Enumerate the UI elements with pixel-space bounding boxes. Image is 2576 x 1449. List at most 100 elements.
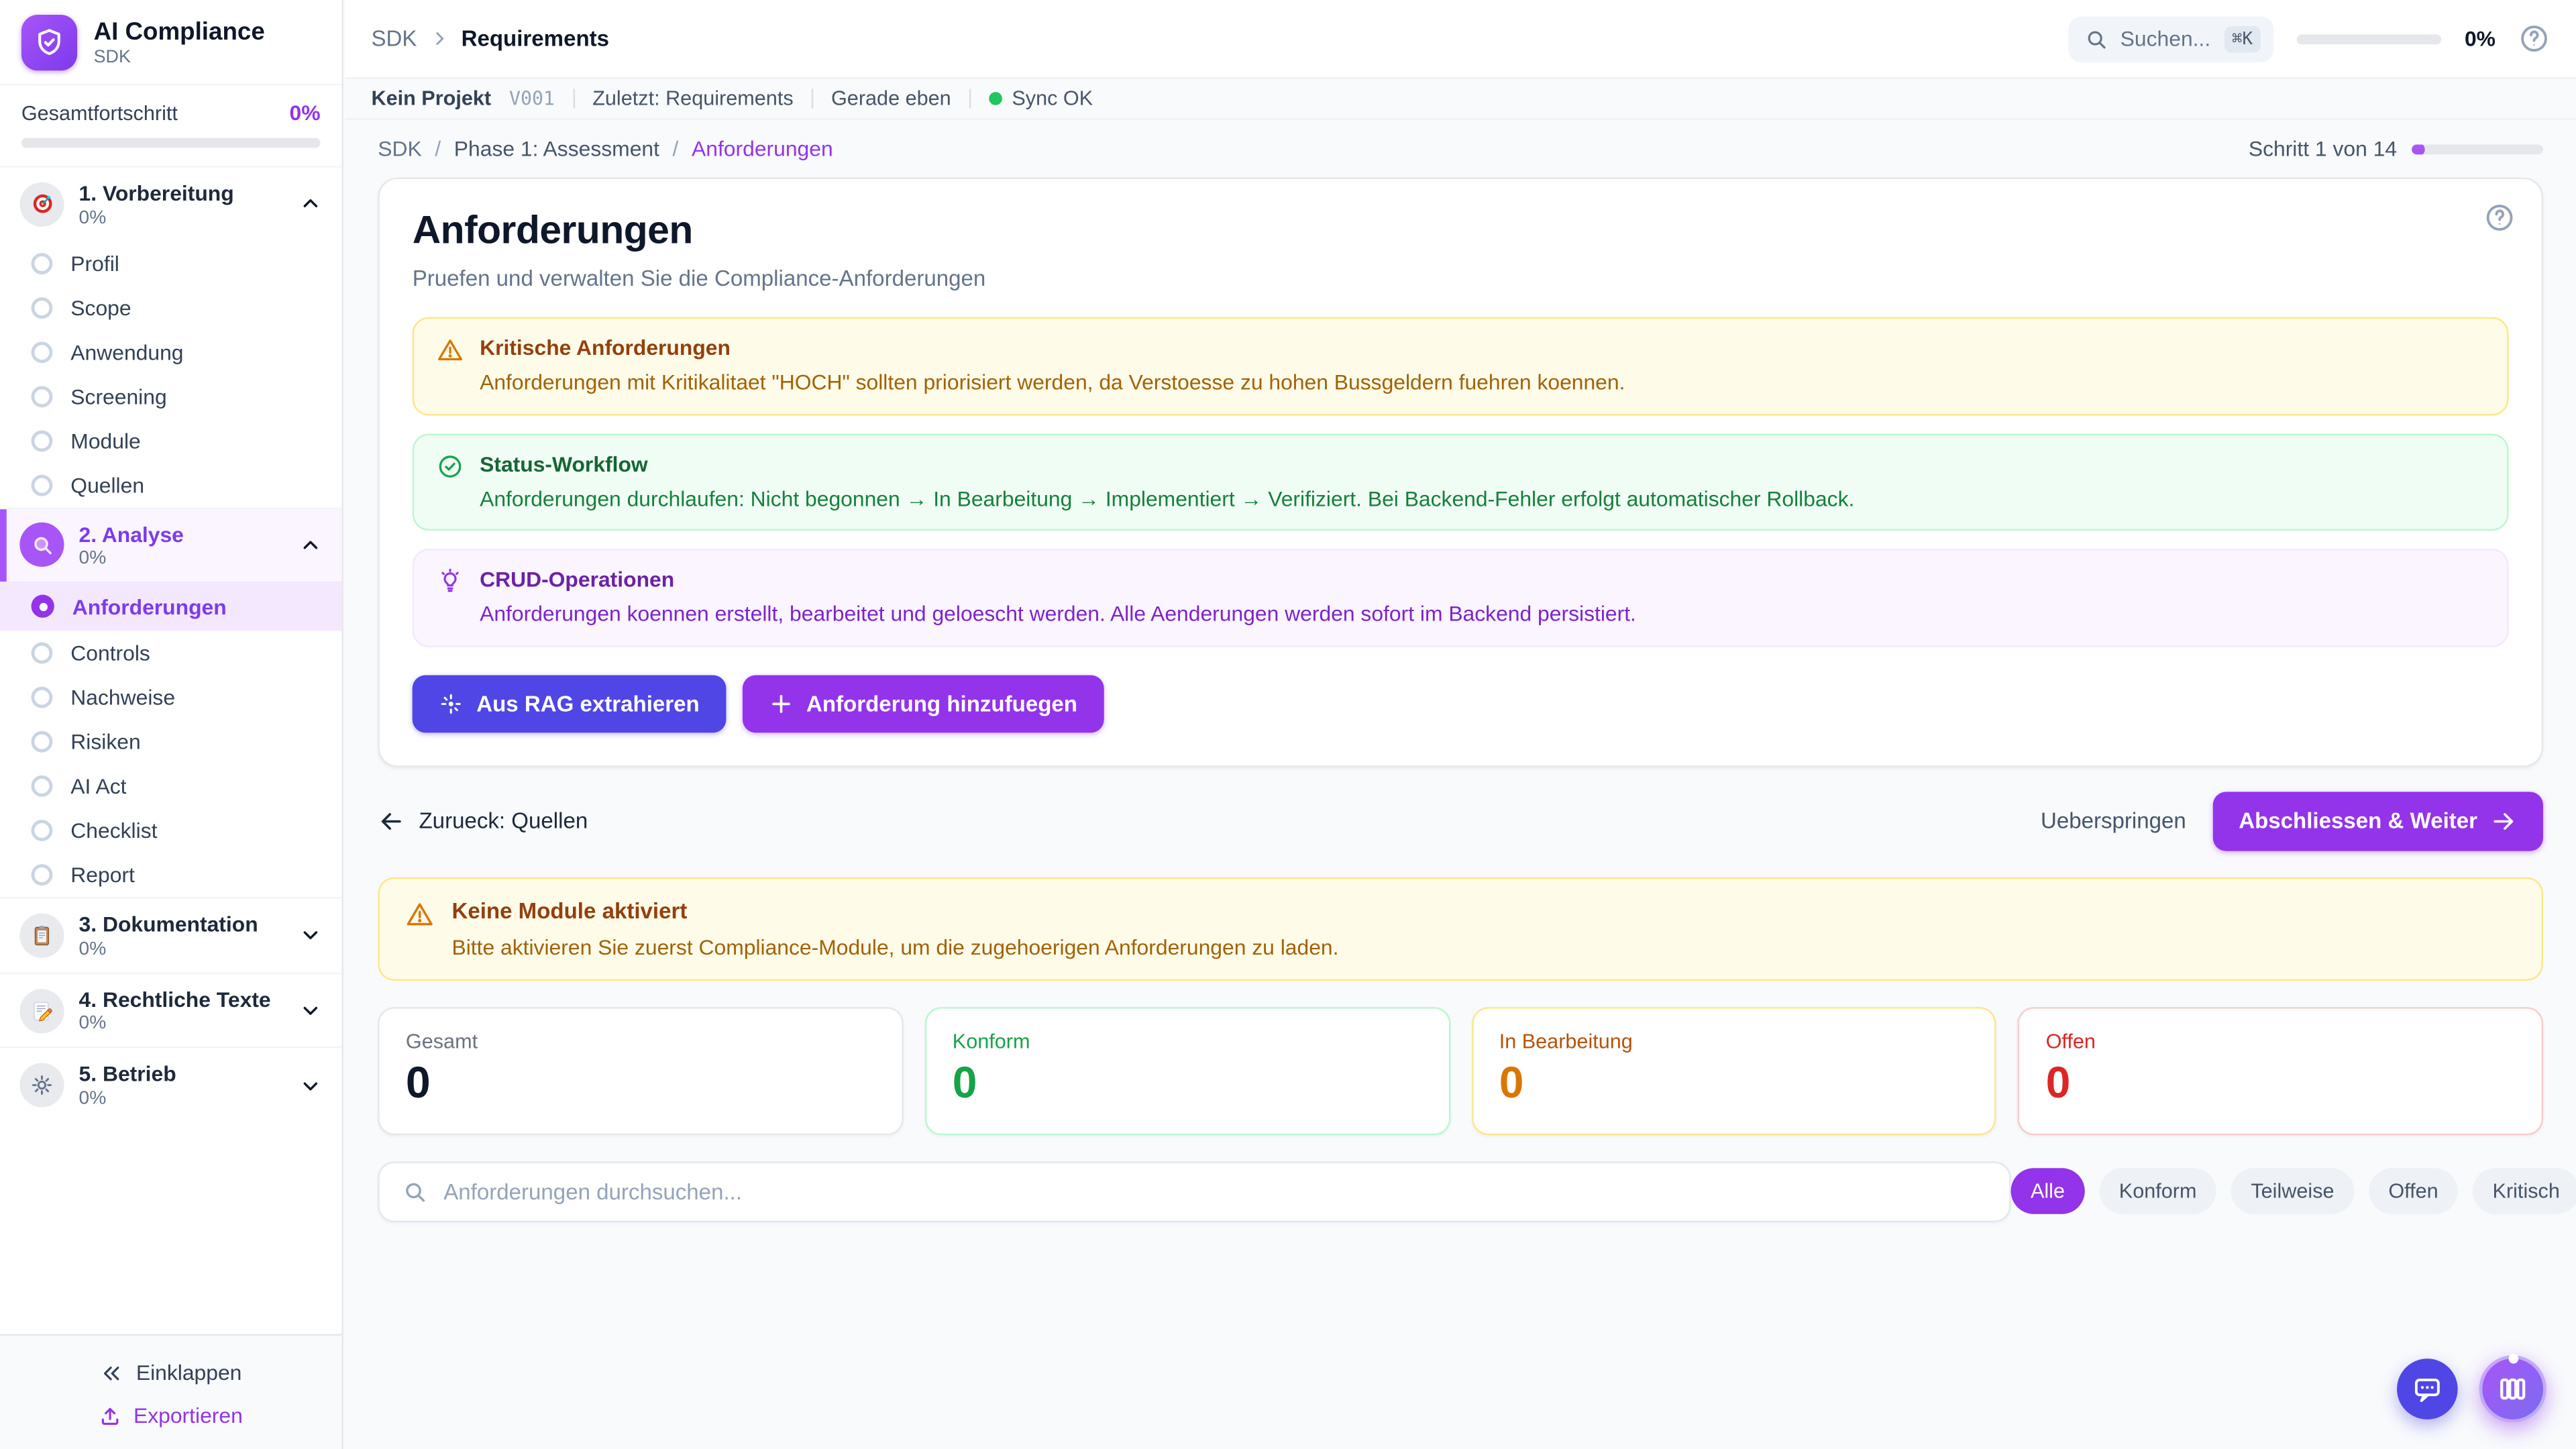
sidebar-item-scope[interactable]: Scope <box>0 285 341 329</box>
skip-button[interactable]: Ueberspringen <box>2041 808 2186 833</box>
step-progress-dot <box>2412 144 2425 154</box>
version-badge: V001 <box>509 87 555 110</box>
card-help-icon[interactable] <box>2484 202 2516 233</box>
chat-bubble-icon <box>2412 1373 2443 1405</box>
callout-status-workflow: Status-Workflow Anforderungen durchlaufe… <box>413 433 2509 531</box>
app-title-block: AI Compliance SDK <box>94 18 265 68</box>
divider <box>812 89 813 108</box>
stat-card-gesamt: Gesamt 0 <box>378 1006 903 1134</box>
sidebar-item-report[interactable]: Report <box>0 853 341 897</box>
sidebar-section-betrieb[interactable]: 5. Betrieb 0% <box>0 1047 341 1122</box>
chevron-right-icon <box>429 28 450 50</box>
sidebar-item-anforderungen[interactable]: Anforderungen <box>0 582 341 631</box>
overall-progress-bar <box>21 138 321 148</box>
finish-next-button[interactable]: Abschliessen & Weiter <box>2212 792 2543 851</box>
sidebar-item-screening[interactable]: Screening <box>0 374 341 418</box>
callout-crud-operations: CRUD-Operationen Anforderungen koennen e… <box>413 549 2509 647</box>
filter-pill-konform[interactable]: Konform <box>2099 1169 2216 1215</box>
add-requirement-button[interactable]: Anforderung hinzufuegen <box>742 675 1104 733</box>
sidebar-section-dokumentation[interactable]: 3. Dokumentation 0% <box>0 898 341 973</box>
overall-progress-label: Gesamtfortschritt <box>21 101 178 124</box>
radio-icon <box>32 775 53 797</box>
main-area: SDK Requirements Suchen... ⌘K 0 <box>345 0 2576 1449</box>
overall-progress: Gesamtfortschritt 0% <box>0 84 341 166</box>
sidebar-footer: Einklappen Exportieren <box>0 1334 341 1449</box>
memo-pencil-icon <box>19 988 64 1032</box>
filter-pill-kritisch[interactable]: Kritisch <box>2473 1169 2576 1215</box>
chat-fab-button[interactable] <box>2397 1358 2458 1419</box>
last-step-label: Zuletzt: Requirements <box>592 87 793 110</box>
plus-icon <box>769 691 794 716</box>
search-icon <box>2084 27 2107 50</box>
shield-check-icon <box>21 15 77 70</box>
filter-pills: Alle Konform Teilweise Offen Kritisch <box>2011 1169 2576 1215</box>
divider <box>573 89 574 108</box>
requirements-search-input[interactable] <box>443 1179 1986 1203</box>
breadcrumb-current: Requirements <box>462 26 609 51</box>
gear-icon <box>19 1063 64 1108</box>
sidebar-section-rechtliche-texte[interactable]: 4. Rechtliche Texte 0% <box>0 972 341 1047</box>
radio-icon <box>32 386 53 407</box>
page-crumb-root[interactable]: SDK <box>378 136 421 161</box>
arrow-right-icon <box>2491 808 2517 834</box>
global-search-input[interactable]: Suchen... ⌘K <box>2068 15 2274 62</box>
filter-row: Alle Konform Teilweise Offen Kritisch <box>378 1161 2543 1222</box>
status-bar: Kein Projekt V001 Zuletzt: Requirements … <box>345 79 2576 120</box>
back-button[interactable]: Zurueck: Quellen <box>378 808 588 834</box>
page-title: Anforderungen <box>413 209 2509 255</box>
filter-pill-offen[interactable]: Offen <box>2369 1169 2458 1215</box>
export-button[interactable]: Exportieren <box>0 1393 341 1428</box>
sidebar-section-analyse[interactable]: 2. Analyse 0% <box>0 507 341 582</box>
chevron-down-icon <box>299 924 322 947</box>
banner-body: Bitte aktivieren Sie zuerst Compliance-M… <box>451 934 1338 959</box>
breadcrumb-root[interactable]: SDK <box>371 26 417 51</box>
section-percent: 0% <box>79 1089 284 1109</box>
section-percent: 0% <box>79 208 284 227</box>
stats-row: Gesamt 0 Konform 0 In Bearbeitung 0 Offe… <box>378 1006 2543 1134</box>
sync-status: Sync OK <box>989 87 1093 110</box>
app-logo-row: AI Compliance SDK <box>0 0 341 84</box>
target-icon <box>19 182 64 226</box>
radio-selected-icon <box>32 595 54 618</box>
sidebar-item-module[interactable]: Module <box>0 418 341 462</box>
sidebar-section-vorbereitung[interactable]: 1. Vorbereitung 0% <box>0 168 341 241</box>
sidebar-item-profil[interactable]: Profil <box>0 241 341 285</box>
chevron-up-icon <box>299 193 322 215</box>
radio-icon <box>32 687 53 708</box>
section-percent: 0% <box>79 549 284 568</box>
radio-icon <box>32 643 53 664</box>
header-progress-bar <box>2297 34 2442 44</box>
sidebar-item-checklist[interactable]: Checklist <box>0 808 341 853</box>
requirements-card: Anforderungen Pruefen und verwalten Sie … <box>378 177 2543 766</box>
search-icon <box>402 1179 427 1203</box>
filter-pill-alle[interactable]: Alle <box>2011 1169 2085 1215</box>
sidebar-item-risiken[interactable]: Risiken <box>0 720 341 764</box>
section-label: 3. Dokumentation <box>79 912 284 938</box>
sync-ok-dot <box>989 92 1002 105</box>
chevron-up-icon <box>299 534 322 557</box>
requirements-search-box <box>378 1161 2010 1222</box>
sidebar-item-anwendung[interactable]: Anwendung <box>0 329 341 374</box>
collapse-sidebar-button[interactable]: Einklappen <box>0 1352 341 1393</box>
lightbulb-icon <box>437 569 463 629</box>
section-label: 5. Betrieb <box>79 1062 284 1087</box>
radio-icon <box>32 865 53 886</box>
double-chevron-left-icon <box>100 1361 123 1384</box>
app-subtitle: SDK <box>94 48 265 67</box>
section-label: 4. Rechtliche Texte <box>79 987 284 1012</box>
radio-icon <box>32 820 53 842</box>
sidebar-item-nachweise[interactable]: Nachweise <box>0 676 341 720</box>
floating-buttons <box>2397 1355 2546 1422</box>
board-fab-button[interactable] <box>2479 1355 2546 1422</box>
stat-card-konform: Konform 0 <box>924 1006 1450 1134</box>
help-icon[interactable] <box>2518 23 2550 54</box>
filter-pill-teilweise[interactable]: Teilweise <box>2231 1169 2354 1215</box>
search-placeholder: Suchen... <box>2121 26 2211 51</box>
chevron-down-icon <box>299 1074 322 1097</box>
sidebar-item-ai-act[interactable]: AI Act <box>0 764 341 808</box>
sidebar-item-quellen[interactable]: Quellen <box>0 463 341 507</box>
extract-from-rag-button[interactable]: Aus RAG extrahieren <box>413 675 726 733</box>
sidebar-item-controls[interactable]: Controls <box>0 631 341 676</box>
app-title: AI Compliance <box>94 18 265 46</box>
page-crumb-phase[interactable]: Phase 1: Assessment <box>454 136 659 161</box>
